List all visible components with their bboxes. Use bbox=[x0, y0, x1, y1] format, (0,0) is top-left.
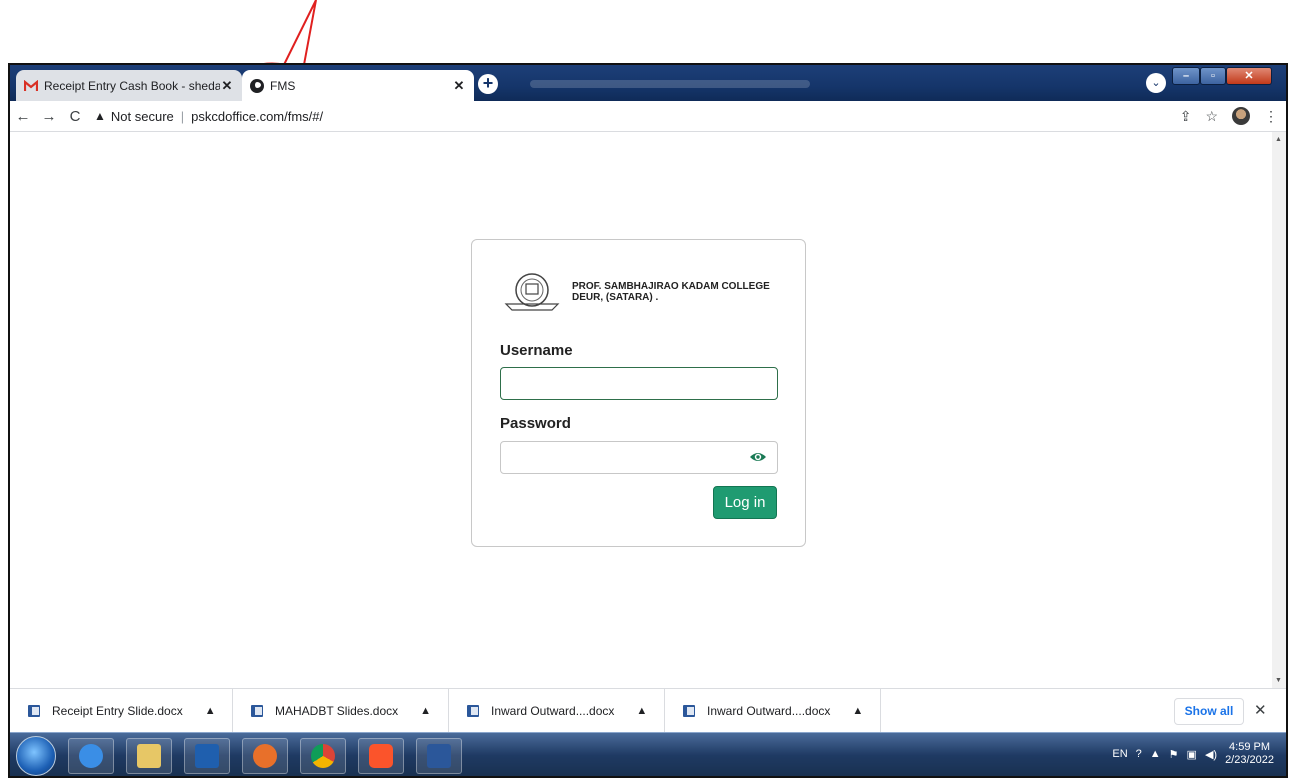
file-explorer-icon[interactable] bbox=[126, 738, 172, 774]
download-filename: Inward Outward....docx bbox=[707, 704, 831, 718]
login-card: PROF. SAMBHAJIRAO KADAM COLLEGE DEUR, (S… bbox=[471, 239, 806, 547]
profile-avatar[interactable] bbox=[1232, 107, 1250, 125]
username-label: Username bbox=[500, 342, 573, 359]
show-all-button[interactable]: Show all bbox=[1174, 698, 1244, 725]
minimize-button[interactable]: – bbox=[1172, 67, 1200, 85]
globe-icon bbox=[250, 78, 264, 93]
windows-taskbar: EN ? ▲ ⚑ ▣ ◀) 4:59 PM 2/23/2022 bbox=[10, 732, 1286, 776]
download-filename: MAHADBT Slides.docx bbox=[275, 704, 399, 718]
clock-date: 2/23/2022 bbox=[1225, 754, 1274, 766]
chevron-up-icon[interactable]: ▲ bbox=[420, 705, 431, 717]
chrome-icon[interactable] bbox=[300, 738, 346, 774]
volume-icon[interactable]: ◀) bbox=[1205, 748, 1217, 761]
clock[interactable]: 4:59 PM 2/23/2022 bbox=[1225, 741, 1274, 767]
word-doc-icon bbox=[251, 705, 263, 717]
screenshot-stage: Receipt Entry Cash Book - shedag ✕ FMS ✕… bbox=[0, 0, 1292, 784]
download-item[interactable]: Inward Outward....docx ▲ bbox=[449, 689, 665, 733]
maximize-button[interactable]: ▫ bbox=[1200, 67, 1226, 85]
scroll-up-arrow-icon[interactable]: ▲ bbox=[1275, 136, 1282, 143]
close-icon[interactable]: ✕ bbox=[1254, 701, 1267, 719]
tab-search-button[interactable]: ⌄ bbox=[1146, 73, 1166, 93]
forward-arrow-icon[interactable]: → bbox=[36, 108, 62, 125]
word-icon[interactable] bbox=[416, 738, 462, 774]
bookmark-star-icon[interactable]: ☆ bbox=[1205, 108, 1218, 125]
username-field[interactable] bbox=[500, 367, 778, 400]
download-item[interactable]: MAHADBT Slides.docx ▲ bbox=[233, 689, 449, 733]
word-doc-icon bbox=[467, 705, 479, 717]
close-icon[interactable]: ✕ bbox=[220, 78, 234, 94]
gmail-icon bbox=[24, 79, 38, 91]
new-tab-button[interactable]: + bbox=[478, 74, 498, 94]
clock-time: 4:59 PM bbox=[1229, 741, 1271, 753]
download-item[interactable]: Receipt Entry Slide.docx ▲ bbox=[10, 689, 233, 733]
system-tray: EN ? ▲ ⚑ ▣ ◀) 4:59 PM 2/23/2022 bbox=[1112, 741, 1274, 767]
toolbar-actions: ⇪ ☆ ⋮ bbox=[1180, 107, 1278, 125]
warning-icon: ▲ bbox=[94, 109, 106, 123]
start-button[interactable] bbox=[16, 736, 56, 776]
chevron-up-icon[interactable]: ▲ bbox=[852, 705, 863, 717]
download-filename: Inward Outward....docx bbox=[491, 704, 615, 718]
security-label: Not secure bbox=[110, 108, 174, 124]
internet-explorer-icon[interactable] bbox=[68, 738, 114, 774]
word-doc-icon bbox=[28, 705, 40, 717]
close-icon[interactable]: ✕ bbox=[452, 78, 466, 94]
tab-receipt-entry[interactable]: Receipt Entry Cash Book - shedag ✕ bbox=[16, 70, 242, 101]
password-label: Password bbox=[500, 415, 571, 432]
help-icon[interactable]: ? bbox=[1136, 748, 1142, 760]
scroll-down-arrow-icon[interactable]: ▼ bbox=[1275, 677, 1282, 684]
eye-icon[interactable] bbox=[749, 449, 767, 465]
show-hidden-icons-icon[interactable]: ▲ bbox=[1150, 748, 1161, 760]
password-field[interactable] bbox=[500, 441, 778, 474]
window-close-button[interactable]: ✕ bbox=[1226, 67, 1272, 85]
url-text: pskcdoffice.com/fms/#/ bbox=[191, 108, 324, 124]
login-button[interactable]: Log in bbox=[713, 486, 777, 519]
word-doc-icon bbox=[683, 705, 695, 717]
tab-strip: Receipt Entry Cash Book - shedag ✕ FMS ✕… bbox=[10, 65, 1286, 101]
flag-icon[interactable]: ⚑ bbox=[1169, 748, 1179, 761]
network-icon[interactable]: ▣ bbox=[1187, 748, 1197, 761]
back-arrow-icon[interactable]: ← bbox=[10, 108, 36, 125]
download-item[interactable]: Inward Outward....docx ▲ bbox=[665, 689, 881, 733]
chevron-up-icon[interactable]: ▲ bbox=[205, 705, 216, 717]
college-name: PROF. SAMBHAJIRAO KADAM COLLEGE DEUR, (S… bbox=[572, 281, 770, 303]
language-indicator[interactable]: EN bbox=[1112, 748, 1127, 760]
college-header: PROF. SAMBHAJIRAO KADAM COLLEGE DEUR, (S… bbox=[502, 270, 782, 314]
download-shelf: Receipt Entry Slide.docx ▲ MAHADBT Slide… bbox=[10, 688, 1286, 733]
address-bar[interactable]: ▲ Not secure | pskcdoffice.com/fms/#/ bbox=[94, 109, 323, 124]
address-separator: | bbox=[180, 108, 185, 124]
download-filename: Receipt Entry Slide.docx bbox=[52, 704, 183, 718]
reload-icon[interactable]: C bbox=[62, 108, 88, 125]
chevron-up-icon[interactable]: ▲ bbox=[636, 705, 647, 717]
college-logo-icon bbox=[504, 273, 560, 311]
brave-icon[interactable] bbox=[358, 738, 404, 774]
share-icon[interactable]: ⇪ bbox=[1180, 108, 1192, 125]
firefox-icon[interactable] bbox=[242, 738, 288, 774]
tab-title: Receipt Entry Cash Book - shedag bbox=[44, 78, 220, 93]
browser-window: Receipt Entry Cash Book - shedag ✕ FMS ✕… bbox=[8, 63, 1288, 778]
blurred-window-title bbox=[530, 80, 810, 88]
outlook-icon[interactable] bbox=[184, 738, 230, 774]
tab-fms[interactable]: FMS ✕ bbox=[242, 70, 474, 101]
page-scrollbar[interactable]: ▲ ▼ bbox=[1272, 132, 1286, 688]
page-viewport: PROF. SAMBHAJIRAO KADAM COLLEGE DEUR, (S… bbox=[10, 132, 1286, 688]
browser-toolbar: ← → C ▲ Not secure | pskcdoffice.com/fms… bbox=[10, 101, 1286, 132]
tab-title: FMS bbox=[270, 78, 296, 93]
menu-kebab-icon[interactable]: ⋮ bbox=[1264, 108, 1278, 125]
